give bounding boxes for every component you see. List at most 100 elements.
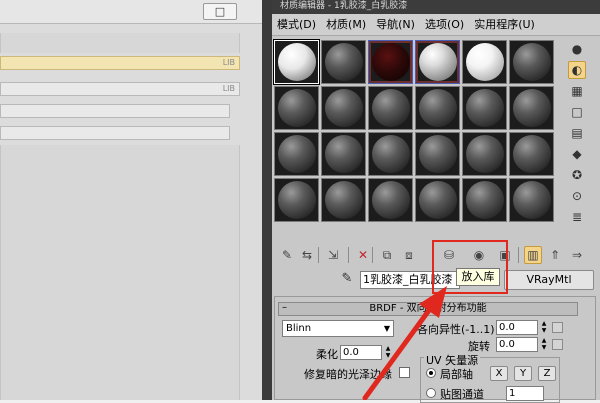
sample-slot[interactable] <box>509 86 554 130</box>
material-sphere <box>465 135 504 173</box>
material-sphere <box>418 89 457 127</box>
sphere-type-icon[interactable]: ● <box>568 40 586 58</box>
sample-slot[interactable] <box>415 86 460 130</box>
options-icon[interactable]: ✪ <box>568 166 586 184</box>
material-sphere <box>512 43 551 81</box>
sample-slot[interactable] <box>415 40 460 84</box>
library-list-area <box>0 145 240 400</box>
sample-slot[interactable] <box>509 132 554 176</box>
axis-x-button[interactable]: X <box>490 366 508 381</box>
anisotropy-map-button[interactable] <box>552 322 563 333</box>
sample-slot[interactable] <box>415 178 460 222</box>
material-sphere <box>418 181 457 219</box>
sample-slot[interactable] <box>509 40 554 84</box>
sample-slot[interactable] <box>321 132 366 176</box>
toolbar-separator <box>518 247 519 263</box>
select-by-material-icon[interactable]: ⊙ <box>568 187 586 205</box>
menu-options[interactable]: 选项(O) <box>420 15 469 35</box>
sample-uv-icon[interactable]: □ <box>568 103 586 121</box>
eyedropper-icon[interactable]: ✎ <box>338 270 356 288</box>
material-navigator-icon[interactable]: ≣ <box>568 208 586 226</box>
rotation-spinner-icon[interactable]: ▲ ▼ <box>540 337 548 352</box>
menu-utilities[interactable]: 实用程序(U) <box>469 15 540 35</box>
sample-slot[interactable] <box>462 86 507 130</box>
sample-slot-grid <box>273 39 556 224</box>
material-sphere <box>512 89 551 127</box>
toolbar-separator <box>372 247 373 263</box>
axis-z-button[interactable]: Z <box>538 366 556 381</box>
toolbar-separator <box>318 247 319 263</box>
material-sphere <box>512 135 551 173</box>
material-sphere <box>371 181 410 219</box>
sample-slot[interactable] <box>462 40 507 84</box>
sample-slot[interactable] <box>274 178 319 222</box>
menu-navigation[interactable]: 导航(N) <box>371 15 420 35</box>
material-type-button[interactable]: VRayMtl <box>504 270 594 290</box>
go-to-parent-icon[interactable]: ⇑ <box>546 246 564 264</box>
material-sphere <box>277 181 316 219</box>
reset-map-icon[interactable]: ✕ <box>354 246 372 264</box>
annotation-arrow-icon <box>362 286 447 400</box>
sample-slot[interactable] <box>368 86 413 130</box>
library-row[interactable] <box>0 104 230 118</box>
rotation-input[interactable]: 0.0 <box>496 337 538 352</box>
material-sphere <box>324 181 363 219</box>
material-sphere <box>371 135 410 173</box>
sample-slot[interactable] <box>274 132 319 176</box>
background-window-strip <box>0 33 240 53</box>
make-copy-icon[interactable]: ⧉ <box>378 246 396 264</box>
sample-slot[interactable] <box>462 132 507 176</box>
make-unique-icon[interactable]: ⧈ <box>400 246 418 264</box>
make-preview-icon[interactable]: ◆ <box>568 145 586 163</box>
rotation-map-button[interactable] <box>552 339 563 350</box>
assign-to-selection-icon[interactable]: ⇲ <box>324 246 342 264</box>
material-sphere <box>418 135 457 173</box>
material-sphere <box>324 89 363 127</box>
sample-slot[interactable] <box>462 178 507 222</box>
material-sphere <box>324 43 363 81</box>
put-to-scene-icon[interactable]: ⇆ <box>298 246 316 264</box>
material-sphere <box>465 181 504 219</box>
show-end-result-icon[interactable]: ▥ <box>524 246 542 264</box>
window-divider <box>262 0 272 400</box>
library-row[interactable]: LIB <box>0 82 240 96</box>
material-sphere <box>465 43 504 81</box>
map-channel-input[interactable]: 1 <box>506 386 544 401</box>
video-color-icon[interactable]: ▤ <box>568 124 586 142</box>
side-toolbar: ● ◐ ▦ □ ▤ ◆ ✪ ⊙ ≣ <box>568 40 588 230</box>
material-sphere <box>277 43 316 81</box>
sample-slot[interactable] <box>368 40 413 84</box>
soften-label: 柔化 <box>316 348 338 361</box>
sample-slot[interactable] <box>368 178 413 222</box>
material-sphere <box>324 135 363 173</box>
menu-material[interactable]: 材质(M) <box>321 15 371 35</box>
sample-slot[interactable] <box>321 40 366 84</box>
anisotropy-input[interactable]: 0.0 <box>496 320 538 335</box>
sample-slot[interactable] <box>321 178 366 222</box>
sample-slot[interactable] <box>415 132 460 176</box>
library-row[interactable] <box>0 126 230 140</box>
background-window-restore-button[interactable]: □ <box>203 3 237 20</box>
menu-mode[interactable]: 模式(D) <box>272 15 321 35</box>
get-material-icon[interactable]: ✎ <box>278 246 296 264</box>
material-sphere <box>371 89 410 127</box>
material-sphere <box>277 89 316 127</box>
sample-slot[interactable] <box>321 86 366 130</box>
library-row[interactable]: LIB <box>0 56 240 70</box>
sample-slot[interactable] <box>273 39 320 85</box>
backlight-icon[interactable]: ◐ <box>568 61 586 79</box>
material-sphere <box>418 43 457 81</box>
anisotropy-spinner-icon[interactable]: ▲ ▼ <box>540 320 548 335</box>
material-sphere <box>465 89 504 127</box>
sample-slot[interactable] <box>509 178 554 222</box>
go-forward-icon[interactable]: ⇒ <box>568 246 586 264</box>
collapse-icon[interactable]: – <box>282 302 287 314</box>
background-icon[interactable]: ▦ <box>568 82 586 100</box>
material-editor-title: 材质编辑器 - 1乳胶漆_白乳胶漆 <box>272 0 600 14</box>
menu-bar: 模式(D) 材质(M) 导航(N) 选项(O) 实用程序(U) <box>272 14 600 36</box>
sample-slot[interactable] <box>274 86 319 130</box>
axis-y-button[interactable]: Y <box>514 366 532 381</box>
toolbar-separator <box>348 247 349 263</box>
sample-slot[interactable] <box>368 132 413 176</box>
material-sphere <box>371 43 410 81</box>
